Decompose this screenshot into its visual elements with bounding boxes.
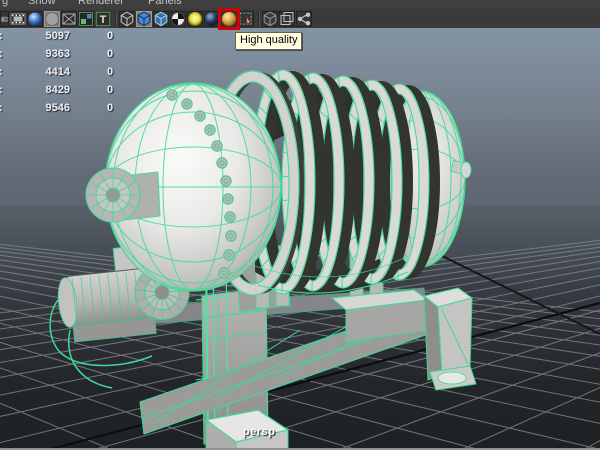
menu-item-show[interactable]: Show [28,0,56,8]
menu-item-g[interactable]: g [2,0,8,8]
default-material-sphere-icon[interactable] [170,10,186,27]
toolbar-separator [112,11,119,27]
flat-sphere-icon[interactable] [44,10,60,27]
resolution-gate-icon[interactable] [61,10,77,27]
texture-view-icon[interactable]: T [95,10,111,27]
xray-cube-icon[interactable] [262,10,278,27]
shaded-sphere-icon[interactable] [27,10,43,27]
viewport-canvas[interactable] [0,28,600,448]
wireframe-cube-icon[interactable] [119,10,135,27]
menu-item-renderer[interactable]: Renderer [78,0,124,8]
toolbar-separator [255,11,262,27]
isolate-select-icon[interactable] [238,10,254,27]
xray-active-icon[interactable] [279,10,295,27]
tooltip: High quality [235,32,303,50]
field-chart-icon[interactable] [78,10,94,27]
shaded-cube-icon[interactable] [136,10,152,27]
shadow-sphere-icon[interactable] [204,10,220,27]
camera-partial-icon[interactable] [0,10,9,27]
joint-xray-icon[interactable] [296,10,312,27]
wireframe-shaded-cube-icon[interactable] [153,10,169,27]
high-quality-sphere-icon[interactable] [221,10,237,27]
panel-menubar: g Show Renderer Panels [0,0,600,9]
viewport-toolbar: T [0,9,600,28]
pedestal-block [423,287,477,391]
svg-text:T: T [100,14,107,26]
menu-item-panels[interactable]: Panels [148,0,182,8]
scene-3d [0,28,600,448]
film-gate-icon[interactable] [10,10,26,27]
lighting-sphere-icon[interactable] [187,10,203,27]
dome-port-flange [85,167,161,223]
maya-viewport-panel: g Show Renderer Panels T High quality 50… [0,0,600,450]
